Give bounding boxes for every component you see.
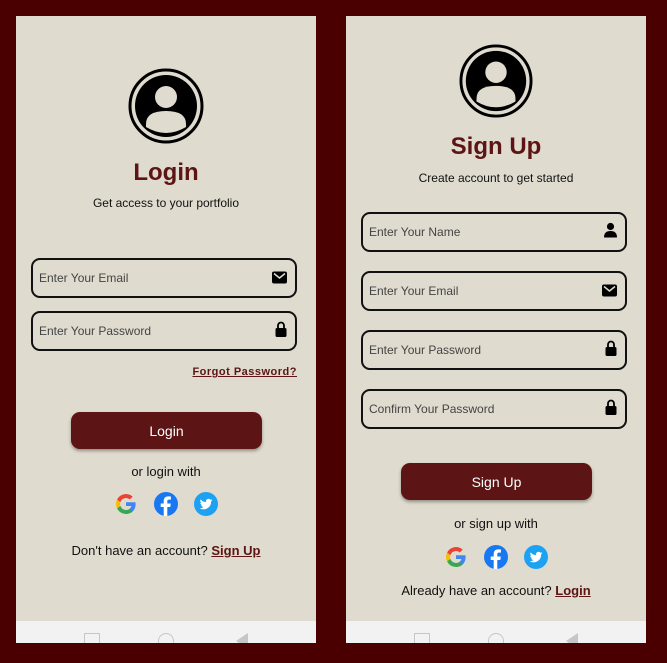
signup-prompt-text: Don't have an account? [71, 543, 208, 558]
login-prompt-text: Already have an account? [401, 583, 552, 598]
page-subtitle: Create account to get started [418, 171, 574, 185]
twitter-icon[interactable] [524, 545, 548, 569]
signup-button[interactable]: Sign Up [401, 463, 592, 500]
facebook-icon[interactable] [154, 492, 178, 516]
alt-login-text: or login with [131, 464, 201, 479]
back-icon[interactable] [236, 633, 248, 643]
avatar-icon [128, 68, 204, 148]
recents-icon[interactable] [414, 633, 430, 643]
lock-icon [275, 321, 287, 341]
page-title: Sign Up [450, 133, 542, 160]
email-field[interactable] [31, 258, 297, 298]
signup-link[interactable]: Sign Up [211, 543, 260, 558]
google-icon[interactable] [114, 492, 138, 516]
nav-bar [16, 621, 316, 643]
login-button[interactable]: Login [71, 412, 262, 449]
login-screen: Login Get access to your portfolio Forgo… [16, 16, 316, 643]
person-icon [604, 222, 617, 242]
social-login-row [16, 492, 316, 516]
password-field[interactable] [31, 311, 297, 351]
confirm-password-input[interactable] [369, 391, 589, 427]
email-input[interactable] [369, 273, 589, 309]
page-subtitle: Get access to your portfolio [92, 196, 240, 210]
lock-icon [605, 399, 617, 419]
email-field[interactable] [361, 271, 627, 311]
status-bar [16, 16, 316, 20]
forgot-password-link[interactable]: Forgot Password? [192, 366, 297, 378]
home-icon[interactable] [158, 633, 174, 643]
avatar-icon [459, 44, 533, 122]
mail-icon [272, 269, 287, 288]
password-input[interactable] [369, 332, 589, 368]
mail-icon [602, 282, 617, 301]
name-input[interactable] [369, 214, 589, 250]
status-bar [346, 16, 646, 20]
social-signup-row [346, 545, 646, 569]
password-field[interactable] [361, 330, 627, 370]
confirm-password-field[interactable] [361, 389, 627, 429]
login-link[interactable]: Login [555, 583, 590, 598]
recents-icon[interactable] [84, 633, 100, 643]
lock-icon [605, 340, 617, 360]
nav-bar [346, 621, 646, 643]
google-icon[interactable] [444, 545, 468, 569]
password-input[interactable] [39, 313, 259, 349]
name-field[interactable] [361, 212, 627, 252]
back-icon[interactable] [566, 633, 578, 643]
facebook-icon[interactable] [484, 545, 508, 569]
page-title: Login [133, 159, 199, 186]
login-prompt: Already have an account? Login [346, 583, 646, 598]
alt-signup-text: or sign up with [454, 516, 538, 531]
home-icon[interactable] [488, 633, 504, 643]
email-input[interactable] [39, 260, 259, 296]
signup-prompt: Don't have an account? Sign Up [16, 543, 316, 558]
twitter-icon[interactable] [194, 492, 218, 516]
signup-screen: Sign Up Create account to get started Si… [346, 16, 646, 643]
